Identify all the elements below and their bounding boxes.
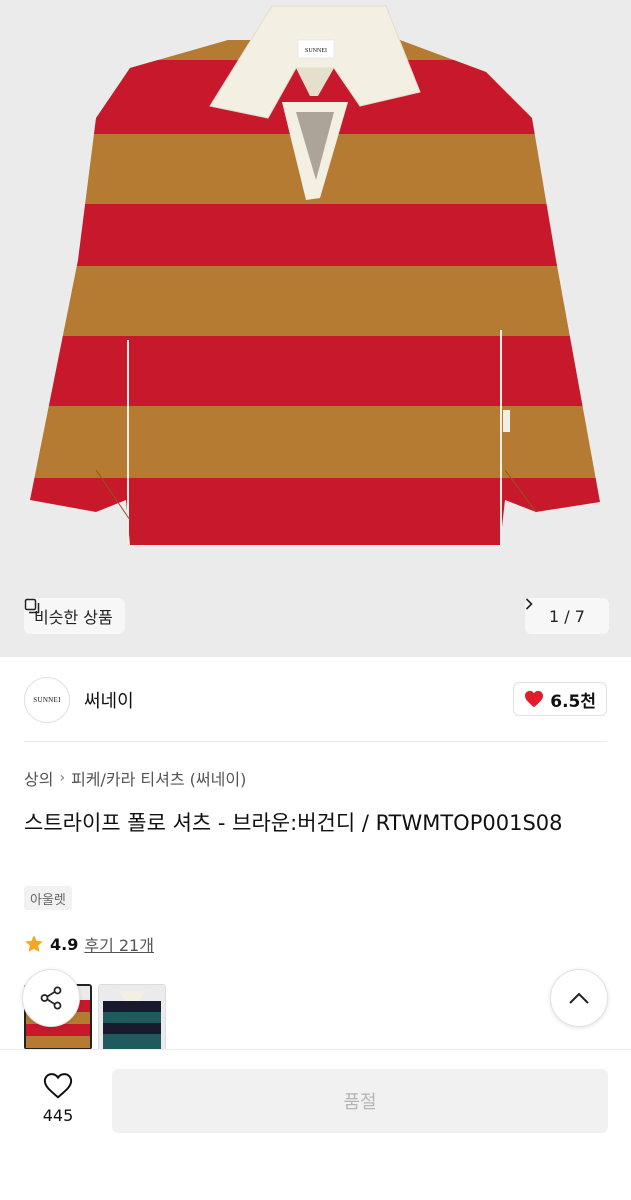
wishlist-button[interactable]: 445 xyxy=(30,1072,86,1125)
image-counter[interactable]: 1 / 7 xyxy=(525,598,609,634)
image-counter-text: 1 / 7 xyxy=(549,606,585,626)
brand-logo[interactable]: SUNNEI xyxy=(24,677,70,723)
outlet-badge: 아울렛 xyxy=(24,886,72,910)
brand-like-count: 6.5천 xyxy=(550,691,596,712)
similar-products-button[interactable]: 비슷한 상품 xyxy=(24,598,125,634)
brand-like-button[interactable]: 6.5천 xyxy=(513,682,607,716)
chevron-right-icon xyxy=(525,598,533,610)
share-icon xyxy=(40,986,62,1010)
chevron-right-icon: › xyxy=(59,770,66,786)
product-image-gallery[interactable]: SUNNEI 비슷한 상품 1 / 7 xyxy=(0,0,631,657)
garment-label-text: SUNNEI xyxy=(305,48,327,54)
bottom-action-bar: 445 품절 xyxy=(0,1049,631,1200)
share-button[interactable] xyxy=(22,969,80,1027)
wishlist-count: 445 xyxy=(42,1106,74,1125)
brand-row[interactable]: SUNNEI 써네이 6.5천 xyxy=(0,668,631,730)
heart-icon xyxy=(525,690,544,708)
color-option-thumbnail[interactable] xyxy=(98,984,166,1050)
rating-value: 4.9 xyxy=(50,934,79,954)
similar-products-label: 비슷한 상품 xyxy=(34,608,113,627)
heart-outline-icon xyxy=(43,1073,73,1099)
reviews-link[interactable]: 후기 21개 xyxy=(84,932,154,956)
sold-out-button[interactable]: 품절 xyxy=(112,1069,608,1133)
copy-icon xyxy=(24,598,40,614)
product-image: SUNNEI xyxy=(30,5,600,545)
product-title: 스트라이프 폴로 셔츠 - 브라운:버건디 / RTWMTOP001S08 xyxy=(24,811,563,835)
brand-logo-text: SUNNEI xyxy=(33,696,61,704)
divider xyxy=(24,741,607,742)
breadcrumb-item-subcategory[interactable]: 피케/카라 티셔츠 (써네이) xyxy=(71,766,246,790)
chevron-up-icon xyxy=(569,992,589,1004)
color-option-image xyxy=(99,985,165,1049)
star-icon xyxy=(25,935,43,952)
brand-name[interactable]: 써네이 xyxy=(84,687,134,713)
scroll-to-top-button[interactable] xyxy=(550,969,608,1027)
rating-summary: 4.9 후기 21개 xyxy=(24,932,154,956)
breadcrumb-item-category[interactable]: 상의 xyxy=(24,766,53,790)
breadcrumb: 상의 › 피케/카라 티셔츠 (써네이) xyxy=(24,766,246,790)
